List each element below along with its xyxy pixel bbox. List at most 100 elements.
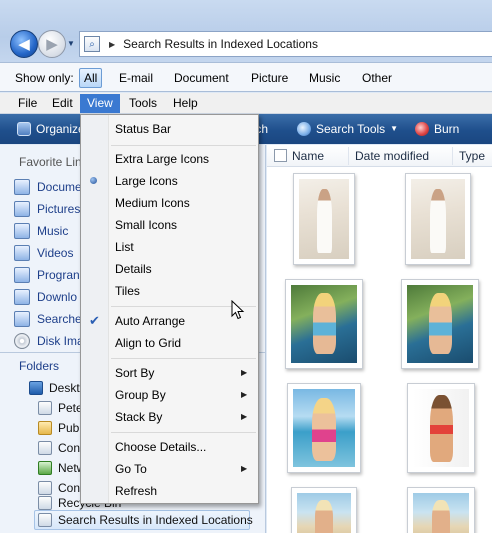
image-thumbnail-content bbox=[407, 285, 473, 363]
recent-pages-dropdown[interactable]: ▼ bbox=[66, 38, 76, 50]
favorite-link-downloads[interactable]: Downlo bbox=[14, 288, 77, 306]
select-all-checkbox[interactable] bbox=[274, 149, 287, 162]
photo-thumbnail[interactable] bbox=[401, 279, 479, 369]
photo-thumbnail[interactable] bbox=[291, 487, 357, 533]
menu-edit[interactable]: Edit bbox=[45, 94, 80, 113]
filter-music[interactable]: Music bbox=[304, 68, 345, 88]
desktop-icon bbox=[29, 381, 43, 395]
disk-image-icon bbox=[14, 333, 30, 349]
column-divider[interactable] bbox=[452, 147, 453, 165]
favorite-link-label: Progran bbox=[37, 268, 80, 282]
favorite-link-label: Downlo bbox=[37, 290, 78, 304]
menu-item-align-to-grid[interactable]: Align to Grid bbox=[115, 333, 181, 353]
breadcrumb-chevron-icon[interactable]: ▶ bbox=[109, 40, 115, 49]
burn-button[interactable]: Burn bbox=[415, 121, 459, 137]
submenu-arrow-icon: ▶ bbox=[241, 464, 248, 473]
burn-label: Burn bbox=[434, 122, 460, 136]
filter-all[interactable]: All bbox=[79, 68, 103, 88]
menu-item-small-icons[interactable]: Small Icons bbox=[115, 215, 177, 235]
menu-item-tiles[interactable]: Tiles bbox=[115, 281, 140, 301]
menu-item-extra-large-icons[interactable]: Extra Large Icons bbox=[115, 149, 209, 169]
search-tools-button[interactable]: Search Tools ▼ bbox=[297, 121, 398, 137]
favorite-link-videos[interactable]: Videos bbox=[14, 244, 73, 262]
favorite-link-label: Searche bbox=[37, 312, 82, 326]
tree-item-user[interactable]: Pete bbox=[38, 399, 83, 417]
favorite-link-music[interactable]: Music bbox=[14, 222, 68, 240]
address-row: ◀ ▶ ▼ ⌕ ▶ Search Results in Indexed Loca… bbox=[0, 0, 492, 62]
favorite-link-searches[interactable]: Searche bbox=[14, 310, 82, 328]
organize-button[interactable]: Organize bbox=[17, 121, 85, 137]
favorite-link-label: Disk Ima bbox=[37, 334, 84, 348]
search-tools-icon bbox=[297, 122, 311, 136]
folders-heading[interactable]: Folders bbox=[19, 359, 59, 373]
user-folder-icon bbox=[38, 401, 52, 415]
address-path[interactable]: Search Results in Indexed Locations bbox=[123, 37, 318, 51]
filter-other[interactable]: Other bbox=[357, 68, 397, 88]
filter-document[interactable]: Document bbox=[169, 68, 234, 88]
menu-item-auto-arrange[interactable]: Auto Arrange bbox=[115, 311, 185, 331]
filter-picture[interactable]: Picture bbox=[246, 68, 293, 88]
address-bar[interactable]: ⌕ ▶ Search Results in Indexed Locations bbox=[79, 31, 492, 57]
photo-thumbnail[interactable] bbox=[407, 487, 475, 533]
column-header-name[interactable]: Name bbox=[292, 149, 324, 163]
menu-item-status-bar[interactable]: Status Bar bbox=[115, 119, 171, 139]
show-only-label: Show only: bbox=[15, 71, 74, 85]
column-divider[interactable] bbox=[348, 147, 349, 165]
favorite-link-documents[interactable]: Docume bbox=[14, 178, 82, 196]
menu-item-group-by[interactable]: Group By bbox=[115, 385, 166, 405]
menu-item-go-to[interactable]: Go To bbox=[115, 459, 147, 479]
menu-help[interactable]: Help bbox=[166, 94, 205, 113]
tree-item-label: Con bbox=[58, 441, 81, 455]
menu-item-sort-by[interactable]: Sort By bbox=[115, 363, 154, 383]
menu-file[interactable]: File bbox=[11, 94, 44, 113]
menu-view[interactable]: View bbox=[80, 94, 120, 113]
photo-thumbnail[interactable] bbox=[285, 279, 363, 369]
file-list: Name Date modified Type bbox=[267, 145, 492, 533]
photo-thumbnail[interactable] bbox=[287, 383, 361, 473]
tree-item-desktop[interactable]: Deskto bbox=[29, 379, 86, 397]
tree-item-label: Pub bbox=[58, 421, 80, 435]
favorite-link-label: Music bbox=[37, 224, 69, 238]
programs-icon bbox=[14, 267, 30, 283]
menu-tools[interactable]: Tools bbox=[122, 94, 164, 113]
menu-item-details[interactable]: Details bbox=[115, 259, 152, 279]
submenu-arrow-icon: ▶ bbox=[241, 412, 248, 421]
menu-item-list[interactable]: List bbox=[115, 237, 134, 257]
column-header-bar: Name Date modified Type bbox=[267, 145, 492, 167]
submenu-arrow-icon: ▶ bbox=[241, 390, 248, 399]
menu-item-refresh[interactable]: Refresh bbox=[115, 481, 157, 501]
filter-email[interactable]: E-mail bbox=[114, 68, 158, 88]
favorite-link-label: Pictures bbox=[37, 202, 81, 216]
mouse-pointer-icon bbox=[231, 300, 245, 320]
menu-separator bbox=[111, 432, 256, 433]
photo-thumbnail[interactable] bbox=[293, 173, 355, 265]
organize-label: Organize bbox=[36, 122, 85, 136]
recycle-bin-icon bbox=[38, 496, 52, 510]
submenu-arrow-icon: ▶ bbox=[241, 368, 248, 377]
favorite-link-label: Videos bbox=[37, 246, 74, 260]
search-tools-label: Search Tools bbox=[316, 122, 386, 136]
favorite-link-programs[interactable]: Progran bbox=[14, 266, 80, 284]
menu-item-choose-details[interactable]: Choose Details... bbox=[115, 437, 206, 457]
image-thumbnail-content bbox=[293, 389, 355, 467]
photo-thumbnail[interactable] bbox=[407, 383, 475, 473]
menu-item-large-icons[interactable]: Large Icons bbox=[115, 171, 178, 191]
image-thumbnail-content bbox=[413, 493, 469, 533]
menu-item-stack-by[interactable]: Stack By bbox=[115, 407, 162, 427]
menu-item-medium-icons[interactable]: Medium Icons bbox=[115, 193, 190, 213]
photo-thumbnail[interactable] bbox=[405, 173, 471, 265]
tree-item-network[interactable]: Netw bbox=[38, 459, 85, 477]
favorite-links-heading: Favorite Lin bbox=[19, 155, 82, 169]
tree-item-search-results[interactable]: Search Results in Indexed Locations bbox=[38, 511, 253, 529]
forward-button[interactable]: ▶ bbox=[38, 30, 66, 58]
tree-item-public[interactable]: Pub bbox=[38, 419, 79, 437]
tree-item-computer[interactable]: Con bbox=[38, 439, 80, 457]
image-thumbnail-content bbox=[411, 179, 465, 259]
column-header-date-modified[interactable]: Date modified bbox=[355, 149, 429, 163]
downloads-icon bbox=[14, 289, 30, 305]
column-header-type[interactable]: Type bbox=[459, 149, 485, 163]
back-button[interactable]: ◀ bbox=[10, 30, 38, 58]
favorite-link-disk-image[interactable]: Disk Ima bbox=[14, 332, 84, 350]
favorite-link-pictures[interactable]: Pictures bbox=[14, 200, 80, 218]
searches-icon bbox=[14, 311, 30, 327]
